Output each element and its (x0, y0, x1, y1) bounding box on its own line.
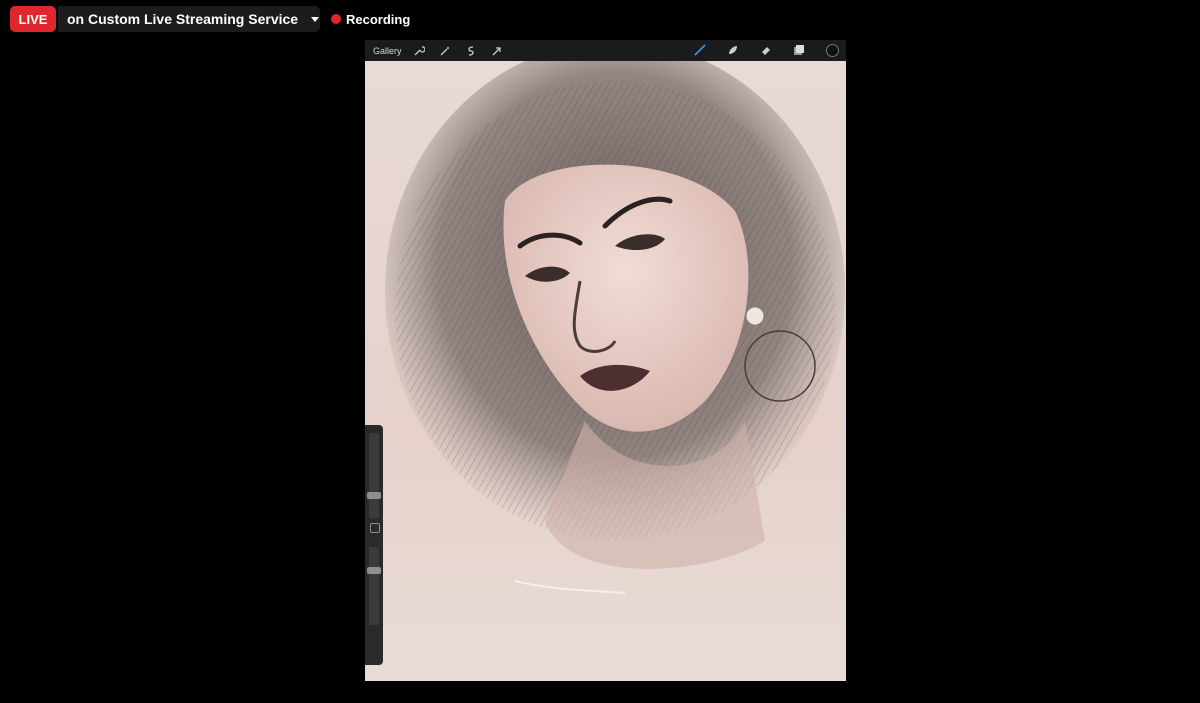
recording-label: Recording (346, 11, 411, 27)
stream-destination-label: on Custom Live Streaming Service (67, 11, 299, 27)
transform-arrow-icon[interactable] (489, 43, 505, 59)
selection-icon[interactable] (463, 43, 479, 59)
brush-size-slider[interactable] (367, 433, 381, 518)
wrench-icon[interactable] (411, 43, 427, 59)
app-toolbar: Gallery (365, 40, 846, 61)
live-badge[interactable]: LIVE (10, 6, 56, 32)
color-swatch (825, 43, 839, 57)
color-swatch-button[interactable] (824, 42, 840, 58)
brush-size-thumb[interactable] (367, 492, 381, 499)
drawing-app-window: Gallery (365, 40, 846, 681)
stream-destination-dropdown[interactable]: on Custom Live Streaming Service (58, 6, 320, 32)
layers-icon[interactable] (791, 42, 807, 58)
portrait-sketch (365, 61, 846, 681)
opacity-slider[interactable] (367, 547, 381, 625)
eraser-icon[interactable] (758, 42, 774, 58)
chevron-down-icon[interactable] (311, 16, 320, 22)
recording-indicator: Recording (331, 8, 410, 30)
opacity-thumb[interactable] (367, 567, 381, 574)
magic-wand-icon[interactable] (437, 43, 453, 59)
modify-button[interactable] (370, 523, 380, 533)
brush-sidebar (365, 425, 383, 665)
stream-status-bar: LIVE on Custom Live Streaming Service Re… (0, 0, 1200, 40)
brush-icon[interactable] (692, 42, 708, 58)
drawing-canvas[interactable] (365, 61, 846, 681)
smudge-icon[interactable] (725, 42, 741, 58)
record-dot-icon (331, 14, 341, 24)
gallery-button[interactable]: Gallery (373, 46, 402, 56)
